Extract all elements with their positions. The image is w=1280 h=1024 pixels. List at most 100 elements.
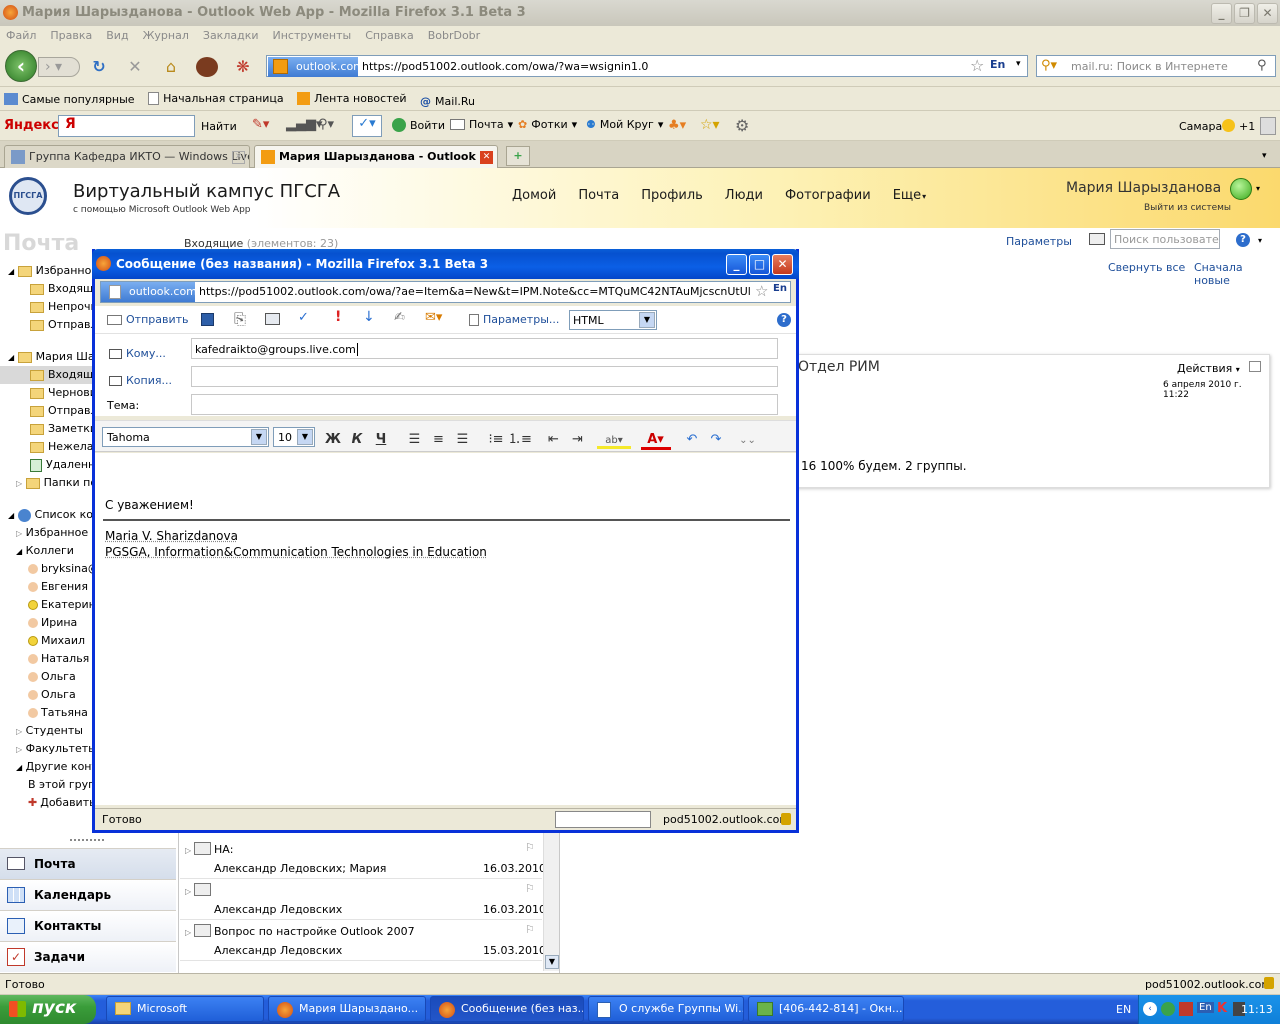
yandex-logo[interactable]: Яндекс xyxy=(4,118,59,133)
nav-calendar-button[interactable]: Календарь xyxy=(0,879,176,910)
yandex-photos[interactable]: ✿ Фотки ▾ xyxy=(518,118,577,131)
tray-chevron-icon[interactable]: ‹ xyxy=(1143,1002,1157,1016)
contact-item[interactable]: Наталья xyxy=(28,650,89,668)
italic-button[interactable]: К xyxy=(345,432,369,447)
user-name[interactable]: Мария Шарызданова xyxy=(1066,180,1221,196)
bookmark-mailru[interactable]: @ Mail.Ru xyxy=(420,95,475,108)
yandex-mail[interactable]: Почта ▾ xyxy=(450,118,513,131)
bookmark-start-page[interactable]: Начальная страница xyxy=(148,92,284,105)
tray-app-icon[interactable] xyxy=(1161,1002,1175,1016)
favorites-group[interactable]: ◢ Избранное xyxy=(8,262,98,280)
highlight-icon[interactable]: ab▾ xyxy=(597,435,631,449)
align-left-icon[interactable]: ☰ xyxy=(403,432,427,447)
font-color-icon[interactable]: A▾ xyxy=(640,432,671,450)
nav-tasks-button[interactable]: ✓ Задачи xyxy=(0,941,176,972)
nav-mail-button[interactable]: Почта xyxy=(0,848,176,879)
message-list-scrollbar[interactable]: ▼ xyxy=(543,833,559,971)
tab-group-ikto[interactable]: Группа Кафедра ИКТО — Windows Live ✕ xyxy=(4,145,250,168)
yandex-find-button[interactable]: Найти xyxy=(201,120,237,133)
tray-keyboard-icon[interactable] xyxy=(1179,1002,1193,1016)
to-button[interactable]: Кому... xyxy=(109,347,166,360)
help-dropdown-icon[interactable]: ▾ xyxy=(1258,236,1262,245)
flag-icon[interactable]: ⚐ xyxy=(525,923,535,936)
contact-item[interactable]: Ольга xyxy=(28,686,76,704)
close-button[interactable]: ✕ xyxy=(1257,3,1278,24)
menu-history[interactable]: Журнал xyxy=(143,29,189,42)
format-select[interactable]: HTML ▼ xyxy=(569,310,657,330)
contacts-faculties[interactable]: ▷ Факультеты xyxy=(16,740,97,758)
address-book-icon[interactable] xyxy=(265,313,280,325)
language-indicator[interactable]: En xyxy=(990,58,1005,71)
contacts-colleagues[interactable]: ◢ Коллеги xyxy=(16,542,74,560)
nav-photos[interactable]: Фотографии xyxy=(785,188,871,203)
popout-icon[interactable] xyxy=(1249,361,1261,372)
size-select[interactable]: 10 ▼ xyxy=(273,427,315,447)
bookmark-star-icon[interactable]: ☆ xyxy=(970,56,984,75)
yandex-search-input[interactable]: Я xyxy=(58,115,195,137)
flag-icon[interactable]: ⚐ xyxy=(525,841,535,854)
save-icon[interactable] xyxy=(201,313,214,326)
presence-dropdown-icon[interactable]: ▾ xyxy=(1256,184,1260,193)
menu-edit[interactable]: Правка xyxy=(50,29,92,42)
font-select[interactable]: Tahoma ▼ xyxy=(102,427,269,447)
tray-yandex-icon[interactable]: K xyxy=(1217,1001,1227,1016)
indent-icon[interactable]: ⇥ xyxy=(566,432,590,447)
undo-icon[interactable]: ↶ xyxy=(680,432,704,447)
nav-profile[interactable]: Профиль xyxy=(641,188,703,203)
scroll-down-icon[interactable]: ▼ xyxy=(545,955,559,969)
tab-close-icon[interactable]: ✕ xyxy=(232,151,245,164)
forward-button[interactable]: › ▾ xyxy=(38,57,80,77)
align-right-icon[interactable]: ☰ xyxy=(451,432,475,447)
url-dropdown-icon[interactable]: ▾ xyxy=(1016,59,1021,69)
reload-icon[interactable]: ↻ xyxy=(88,56,110,78)
toolbar-overflow-icon[interactable] xyxy=(1260,117,1276,135)
compose-minimize-button[interactable]: _ xyxy=(726,254,747,275)
contact-item[interactable]: Евгения xyxy=(28,578,88,596)
home-icon[interactable]: ⌂ xyxy=(160,56,182,78)
sign-out-link[interactable]: Выйти из системы xyxy=(1144,203,1231,213)
minimize-button[interactable]: _ xyxy=(1211,3,1232,24)
search-box[interactable]: ⚲▾ mail.ru: Поиск в Интернете ⚲ xyxy=(1036,55,1276,77)
contacts-favorites[interactable]: ▷ Избранное xyxy=(16,524,88,542)
tab-list-button[interactable]: ▾ xyxy=(1262,146,1278,166)
importance-low-icon[interactable]: ↓ xyxy=(363,309,375,325)
outdent-icon[interactable]: ⇤ xyxy=(542,432,566,447)
menu-file[interactable]: Файл xyxy=(6,29,36,42)
signature-icon[interactable]: ✍ xyxy=(394,310,405,325)
clock[interactable]: 11:13 xyxy=(1241,1003,1273,1016)
new-tab-button[interactable]: + xyxy=(506,146,530,166)
message-body-editor[interactable]: С уважением! Maria V. Sharizdanova PGSGA… xyxy=(95,453,796,805)
tab-outlook[interactable]: Мария Шарызданова - Outlook ... ✕ xyxy=(254,145,498,168)
subject-field[interactable] xyxy=(191,394,778,415)
site-identity-badge[interactable]: outlook.com xyxy=(268,57,364,77)
tray-en-icon[interactable]: En xyxy=(1197,1002,1214,1013)
menu-help[interactable]: Справка xyxy=(365,29,413,42)
compose-maximize-button[interactable]: □ xyxy=(749,254,770,275)
contacts-students[interactable]: ▷ Студенты xyxy=(16,722,83,740)
bullet-list-icon[interactable]: ⁝≡ xyxy=(484,432,508,447)
nav-contacts-button[interactable]: Контакты xyxy=(0,910,176,941)
back-button[interactable]: ‹ xyxy=(5,50,37,82)
message-row[interactable]: ▷ НА: ⚐ Александр Ледовских; Мария 16.03… xyxy=(180,838,546,879)
user-search-input[interactable]: Поиск пользователя xyxy=(1110,229,1220,249)
search-tools-icon[interactable]: ⚲▾ xyxy=(318,117,334,132)
beaver-icon[interactable] xyxy=(196,57,218,77)
check-names-icon[interactable]: ✓ xyxy=(298,310,309,325)
newest-first-link[interactable]: Сначала новые xyxy=(1194,261,1280,287)
bookmark-most-visited[interactable]: Самые популярные xyxy=(4,93,135,106)
compose-close-button[interactable]: ✕ xyxy=(772,254,793,275)
address-book-icon[interactable] xyxy=(1089,233,1105,245)
actions-menu[interactable]: Действия ▾ xyxy=(1177,362,1240,375)
params-button[interactable]: Параметры... xyxy=(469,313,559,326)
flag-icon[interactable]: ⚐ xyxy=(525,882,535,895)
search-engine-icon[interactable]: ⚲▾ xyxy=(1041,58,1057,73)
redo-icon[interactable]: ↷ xyxy=(704,432,728,447)
taskbar-button[interactable]: О службе Группы Wi... xyxy=(588,996,744,1022)
folder-inbox[interactable]: Входящие xyxy=(0,366,96,384)
help-icon[interactable]: ? xyxy=(777,313,791,327)
pen-icon[interactable]: ✎▾ xyxy=(252,117,269,132)
params-link[interactable]: Параметры xyxy=(1006,235,1072,248)
cc-button[interactable]: Копия... xyxy=(109,374,172,387)
settings-gear-icon[interactable]: ⚙ xyxy=(735,116,749,135)
nav-home[interactable]: Домой xyxy=(512,188,556,203)
